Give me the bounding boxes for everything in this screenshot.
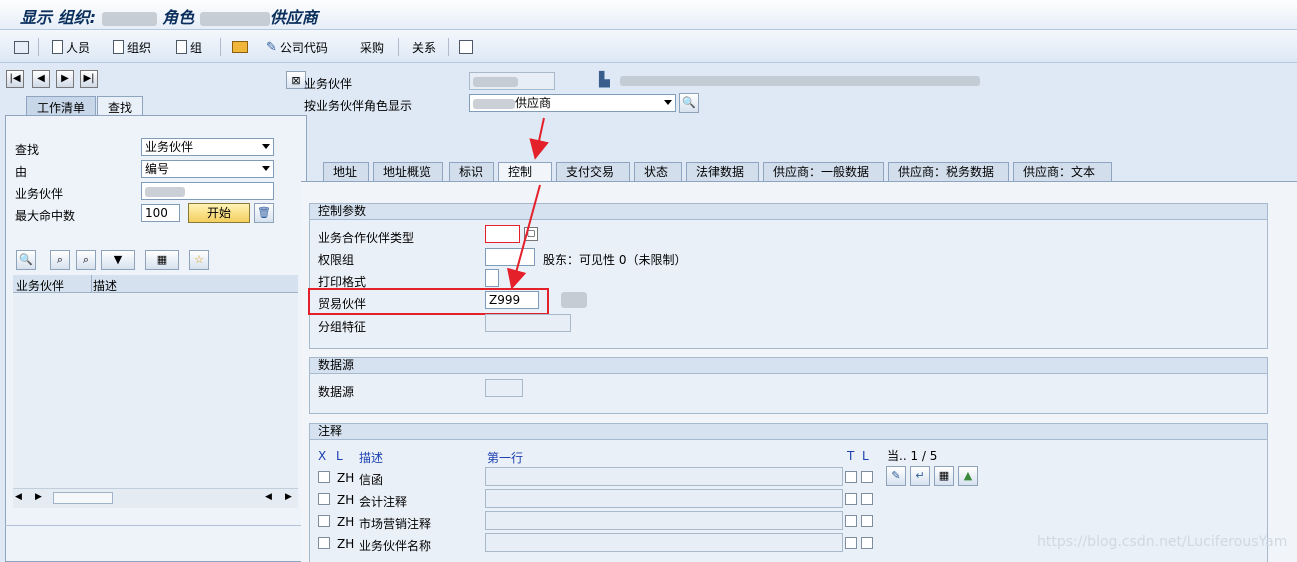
arrow-to-control-tab [529, 117, 549, 160]
arrow-to-trading-partner [506, 184, 541, 290]
annotation-arrows [506, 117, 549, 290]
watermark: https://blog.csdn.net/LuciferousYam [1037, 534, 1288, 550]
